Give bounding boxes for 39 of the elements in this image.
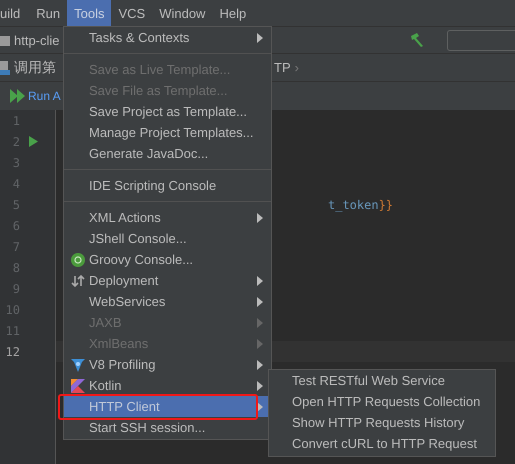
menu-item[interactable]: V8 Profiling bbox=[64, 354, 271, 375]
menu-item[interactable]: Show HTTP Requests History bbox=[269, 412, 495, 433]
run-icon[interactable] bbox=[29, 136, 38, 147]
menu-bar-item[interactable]: Help bbox=[212, 0, 254, 26]
menu-bar-item[interactable]: VCS bbox=[111, 0, 152, 26]
up-down-arrows-icon bbox=[71, 274, 85, 288]
hammer-icon bbox=[409, 32, 425, 48]
menu-item[interactable]: Convert cURL to HTTP Request bbox=[269, 433, 495, 454]
menu-item[interactable]: Start SSH session... bbox=[64, 417, 271, 438]
code-text: t_token}} bbox=[328, 198, 394, 212]
menu-bar-item[interactable]: uild bbox=[0, 0, 28, 26]
menu-item[interactable]: Generate JavaDoc... bbox=[64, 143, 271, 164]
menu-bar-item[interactable]: Run bbox=[29, 0, 68, 26]
menu-item[interactable]: Deployment bbox=[64, 270, 271, 291]
menu-item[interactable]: Tasks & Contexts bbox=[64, 27, 271, 48]
menu-item[interactable]: JShell Console... bbox=[64, 228, 271, 249]
shield-icon bbox=[71, 358, 85, 372]
breadcrumb[interactable]: TP bbox=[274, 60, 291, 75]
menu-bar-item[interactable]: Window bbox=[152, 0, 212, 26]
menu-item[interactable]: XML Actions bbox=[64, 207, 271, 228]
menu-item[interactable]: Manage Project Templates... bbox=[64, 122, 271, 143]
run-config-field[interactable] bbox=[447, 30, 515, 50]
menu-item[interactable]: Open HTTP Requests Collection bbox=[269, 391, 495, 412]
menu-item[interactable]: WebServices bbox=[64, 291, 271, 312]
menu-item[interactable]: Kotlin bbox=[64, 375, 271, 396]
groovy-icon bbox=[71, 252, 85, 266]
breadcrumb-separator: › bbox=[294, 60, 299, 75]
menu-item[interactable]: Groovy Console... bbox=[64, 249, 271, 270]
menu-item[interactable]: Test RESTful Web Service bbox=[269, 370, 495, 391]
line-number: 12 bbox=[4, 344, 20, 358]
run-all-icon bbox=[10, 89, 26, 103]
api-file-icon bbox=[0, 60, 10, 76]
menu-item[interactable]: IDE Scripting Console bbox=[64, 175, 271, 196]
project-name[interactable]: http-clie bbox=[14, 32, 60, 48]
run-all-button[interactable]: Run A bbox=[28, 89, 61, 103]
file-name[interactable]: 调用第 bbox=[14, 58, 56, 76]
menu-bar-item[interactable]: Tools bbox=[67, 0, 112, 26]
kotlin-logo-icon bbox=[71, 378, 85, 392]
menu-item[interactable]: Save Project as Template... bbox=[64, 101, 271, 122]
